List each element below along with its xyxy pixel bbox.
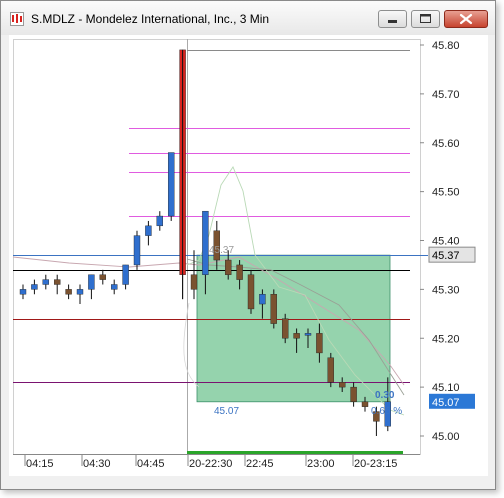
maximize-icon (420, 14, 431, 23)
box-percent-label: 0.66 % (371, 406, 402, 417)
candle-body-3 (54, 279, 61, 285)
candle-body-12 (156, 215, 164, 227)
candle-body-15 (190, 274, 198, 290)
chart-area[interactable]: 45.37 45.07 0.30 0.66 % 45.80 45.70 45.60 45.50… (9, 35, 488, 476)
x-tick-label-4: 22:45 (246, 458, 274, 470)
x-tick-label-2: 04:45 (137, 458, 165, 470)
y-tick-label-3: 45.50 (432, 187, 460, 199)
candle-body-23 (282, 318, 289, 339)
box-change-label: 0.30 (375, 390, 395, 401)
x-tick-label-5: 23:00 (307, 458, 335, 470)
candle-body-21 (259, 294, 266, 305)
box-top-label: 45.37 (209, 245, 234, 256)
minimize-button[interactable] (378, 10, 407, 28)
x-tick-label-0: 04:15 (26, 458, 54, 470)
range-measure-box (196, 254, 391, 403)
y-tick-label-6: 45.20 (432, 333, 460, 345)
candle-body-13 (167, 152, 175, 217)
candle-body-19 (236, 264, 243, 280)
candle-body-5 (76, 289, 84, 295)
chart-window: S.MDLZ - Mondelez International, Inc., 3… (0, 0, 496, 490)
minimize-icon (388, 20, 397, 23)
candle-body-1 (31, 284, 38, 290)
session-range-bar (187, 451, 403, 454)
candle-body-10 (133, 235, 141, 266)
candle-body-26 (316, 333, 323, 354)
y-tick-label-1: 45.70 (432, 89, 460, 101)
close-button[interactable] (444, 10, 488, 28)
candle-body-9 (122, 264, 129, 285)
maximize-button[interactable] (411, 10, 440, 28)
candle-body-24 (293, 333, 300, 339)
close-icon (459, 13, 473, 25)
y-tick-label-7: 45.10 (432, 382, 460, 394)
candle-body-27 (327, 357, 334, 383)
candle-body-16 (202, 210, 209, 275)
candle-body-18 (224, 259, 232, 275)
candle-body-29 (350, 386, 357, 402)
candle-body-25 (304, 333, 312, 336)
x-tick-label-6: 20-23:15 (354, 458, 397, 470)
title-bar[interactable]: S.MDLZ - Mondelez International, Inc., 3… (1, 1, 495, 35)
candle-body-11 (145, 225, 152, 236)
chart-app-icon (10, 12, 24, 26)
candle-body-2 (42, 279, 49, 285)
y-tick-label-4: 45.40 (432, 236, 460, 248)
ref-price-label: 45.37 (432, 250, 460, 262)
candle-body-8 (110, 284, 118, 290)
y-tick-label-8: 45.00 (432, 431, 460, 443)
y-tick-label-0: 45.80 (432, 40, 460, 52)
candle-body-4 (65, 289, 72, 295)
candle-body-0 (19, 289, 27, 295)
candlestick-chart[interactable]: 45.37 45.07 0.30 0.66 % 45.80 45.70 45.60 45.50… (9, 35, 488, 476)
y-tick-label-2: 45.60 (432, 138, 460, 150)
window-title: S.MDLZ - Mondelez International, Inc., 3… (31, 12, 270, 26)
box-bottom-label: 45.07 (214, 406, 239, 417)
x-tick-label-3: 20-22:30 (189, 458, 232, 470)
x-tick-label-1: 04:30 (83, 458, 111, 470)
candle-body-6 (88, 274, 95, 290)
candle-body-7 (99, 274, 107, 280)
candle-body-20 (247, 274, 255, 310)
candle-body-22 (270, 294, 277, 324)
candle-body-28 (339, 382, 346, 388)
y-tick-label-5: 45.30 (432, 284, 460, 296)
candle-body-30 (361, 401, 369, 407)
last-price-label: 45.07 (432, 397, 460, 409)
